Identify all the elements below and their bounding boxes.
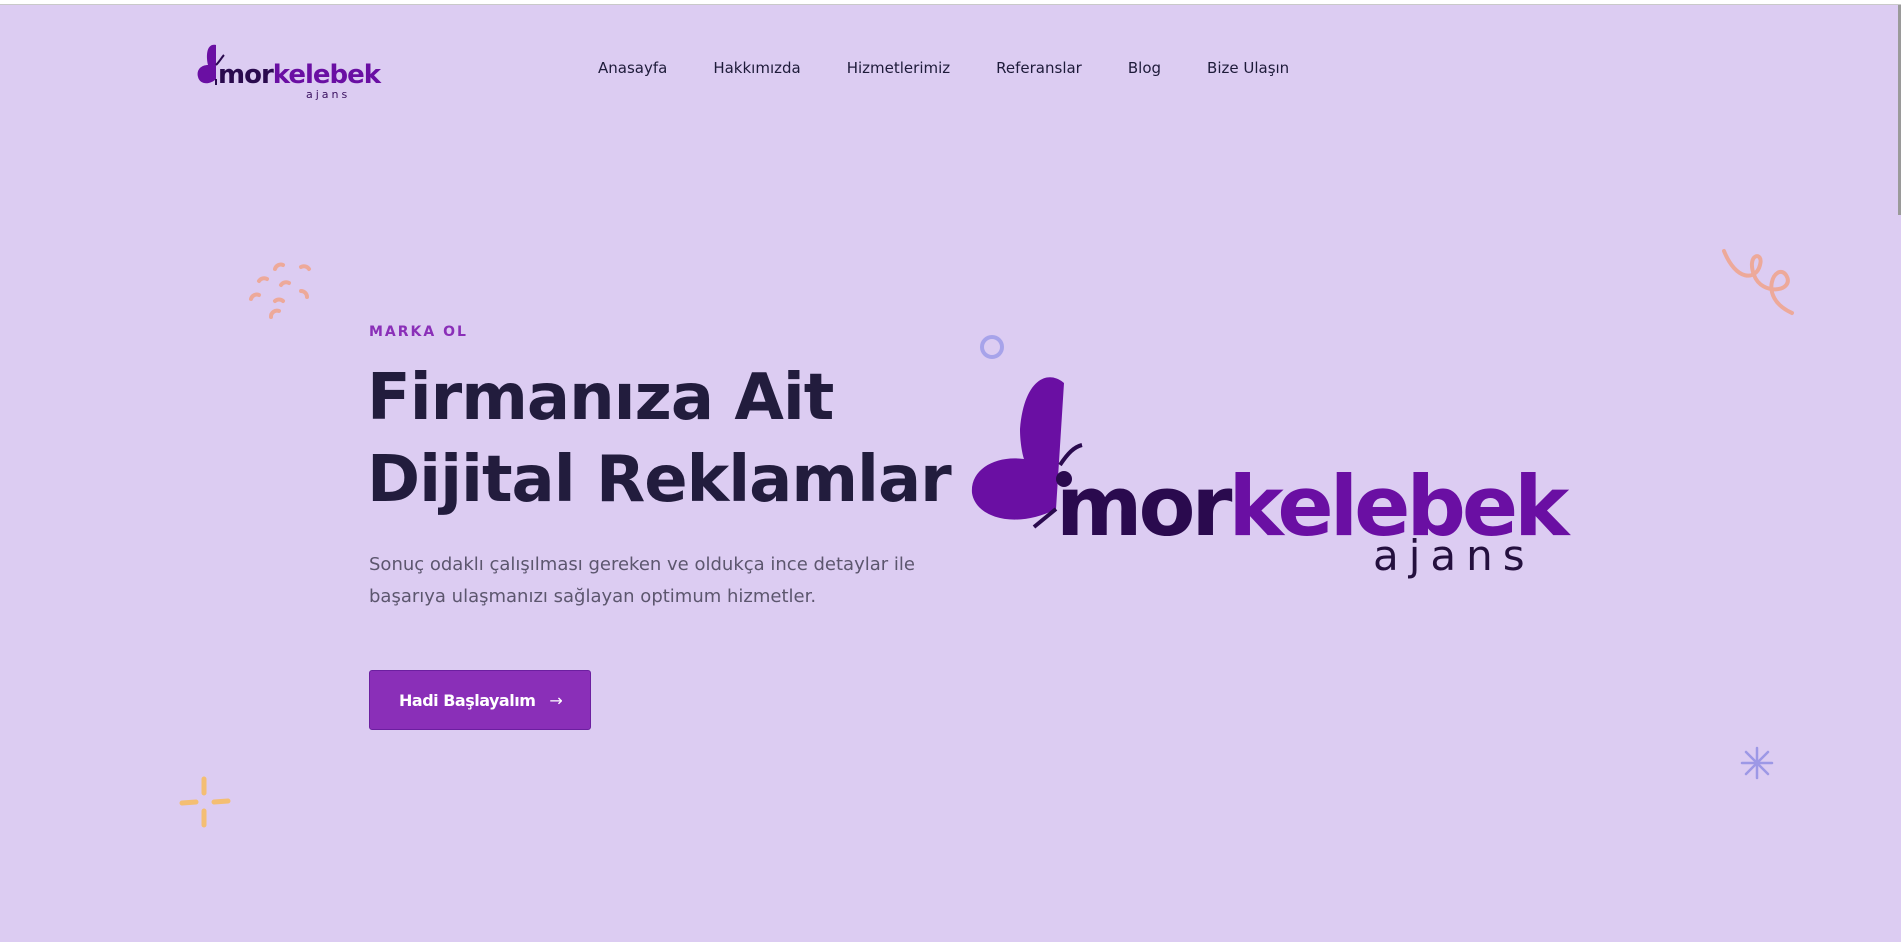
hero-description-line-1: Sonuç odaklı çalışılması gereken ve oldu… (369, 554, 915, 575)
hero-headline: Firmanıza Ait Dijital Reklamlar (367, 357, 952, 521)
hero-logo: morkelebek ajans (968, 365, 1569, 585)
logo-part-light: kelebek (272, 60, 381, 90)
page-background: morkelebek ajans Anasayfa Hakkımızda Hiz… (0, 4, 1901, 942)
nav-item-hakkimizda[interactable]: Hakkımızda (713, 59, 800, 77)
main-nav: Anasayfa Hakkımızda Hizmetlerimiz Refera… (598, 59, 1335, 77)
squiggle-icon (1722, 249, 1794, 315)
logo-wordmark: morkelebek (218, 60, 381, 90)
hero-headline-line-1: Firmanıza Ait (367, 361, 834, 435)
logo-part-dark: mor (218, 60, 274, 90)
asterisk-icon (1740, 746, 1774, 780)
hero-logo-subtext: ajans (1373, 531, 1535, 580)
sparkle-icon (179, 776, 231, 828)
dots-cluster-icon (249, 262, 311, 319)
nav-item-blog[interactable]: Blog (1128, 59, 1161, 77)
nav-item-hizmetlerimiz[interactable]: Hizmetlerimiz (847, 59, 950, 77)
hero-description-line-2: başarıya ulaşmanızı sağlayan optimum hiz… (369, 586, 817, 607)
nav-item-referanslar[interactable]: Referanslar (996, 59, 1082, 77)
hero-description: Sonuç odaklı çalışılması gereken ve oldu… (369, 549, 929, 613)
arrow-right-icon: → (549, 690, 563, 710)
hero-eyebrow: MARKA OL (369, 324, 468, 340)
nav-item-bize-ulasin[interactable]: Bize Ulaşın (1207, 59, 1289, 77)
get-started-button[interactable]: Hadi Başlayalım → (369, 670, 591, 730)
circle-icon (980, 335, 1004, 359)
hero-headline-line-2: Dijital Reklamlar (367, 443, 952, 517)
hero-logo-part-dark: mor (1056, 458, 1232, 555)
nav-item-anasayfa[interactable]: Anasayfa (598, 59, 667, 77)
header-logo[interactable]: morkelebek ajans (196, 39, 381, 101)
logo-subtext: ajans (306, 88, 351, 101)
get-started-button-label: Hadi Başlayalım (399, 690, 536, 710)
